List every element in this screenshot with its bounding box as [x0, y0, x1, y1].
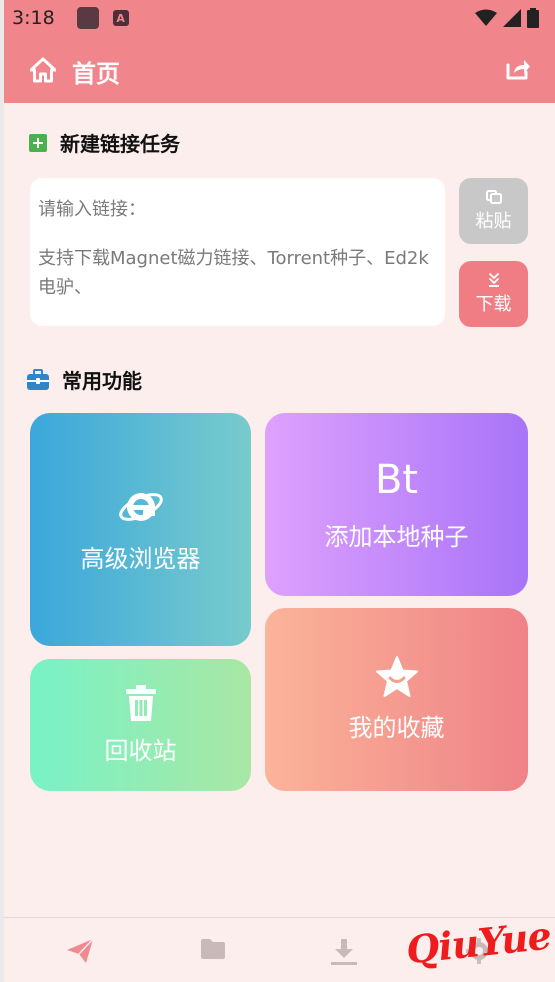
trash-icon: [125, 684, 156, 721]
download-button-label: 下载: [475, 294, 512, 315]
link-input-placeholder: 请输入链接：: [38, 199, 146, 220]
app-header: 首页: [4, 36, 555, 103]
link-input-hint: 支持下载Magnet磁力链接、Torrent种子、Ed2k电驴、: [38, 248, 429, 298]
battery-icon: [527, 8, 539, 28]
download-button[interactable]: 下载: [459, 261, 528, 327]
star-icon: [375, 656, 418, 697]
paste-icon: [485, 190, 502, 204]
bt-logo: Bt: [374, 457, 419, 503]
features-title: 常用功能: [62, 369, 142, 393]
recycle-bin-card[interactable]: 回收站: [30, 659, 251, 791]
a-notification-icon: A: [112, 10, 129, 26]
browser-icon: [118, 493, 163, 521]
download-icon[interactable]: [330, 938, 358, 966]
home-icon[interactable]: [30, 57, 56, 83]
add-torrent-card[interactable]: Bt 添加本地种子: [265, 413, 528, 596]
paste-button[interactable]: 粘贴: [459, 178, 528, 244]
signal-icon: [503, 9, 521, 27]
app-window: 3:18 A 首页 新建链接任务 请输入链接： 支持下载Magnet磁力链接、T…: [4, 0, 555, 982]
add-task-icon: [29, 133, 47, 152]
download-arrow-icon: [488, 273, 499, 287]
link-input[interactable]: 请输入链接： 支持下载Magnet磁力链接、Torrent种子、Ed2k电驴、: [30, 178, 445, 326]
new-task-section-title: 新建链接任务: [28, 128, 180, 157]
browser-card[interactable]: 高级浏览器: [30, 413, 251, 646]
toolbox-icon: [27, 368, 49, 390]
favorites-label: 我的收藏: [348, 714, 445, 742]
wifi-icon: [475, 9, 497, 26]
recycle-bin-label: 回收站: [104, 736, 177, 765]
status-time: 3:18: [12, 7, 55, 29]
browser-label: 高级浏览器: [80, 545, 201, 573]
new-task-title: 新建链接任务: [60, 132, 180, 156]
page-title: 首页: [72, 60, 120, 88]
favorites-card[interactable]: 我的收藏: [265, 608, 528, 791]
paste-button-label: 粘贴: [475, 211, 512, 232]
features-section-title: 常用功能: [26, 365, 142, 394]
send-icon[interactable]: [66, 938, 94, 964]
add-torrent-label: 添加本地种子: [324, 523, 469, 551]
share-icon[interactable]: [505, 57, 531, 81]
status-indicators: [475, 8, 539, 28]
status-bar: 3:18 A: [4, 0, 555, 36]
app-notification-icon: [76, 7, 99, 29]
folder-icon[interactable]: [200, 938, 226, 960]
